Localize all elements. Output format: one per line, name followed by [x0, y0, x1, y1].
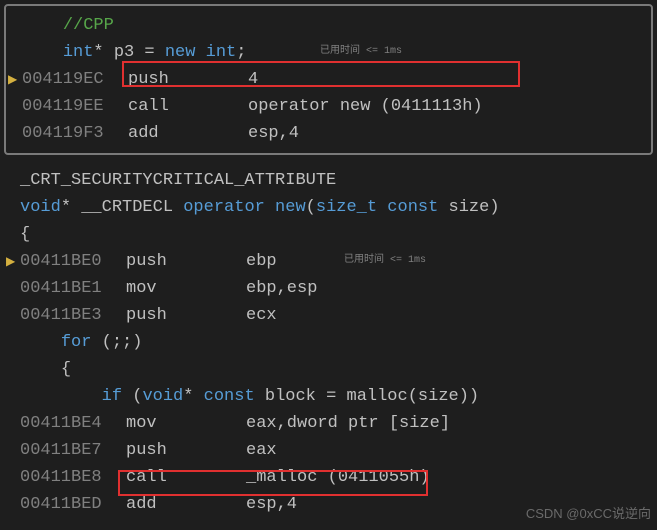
star: * [61, 198, 71, 217]
watermark-text: CSDN @0xCC说逆向 [526, 503, 651, 522]
attr-macro-line: _CRT_SECURITYCRITICAL_ATTRIBUTE [4, 167, 653, 194]
paren: ) [489, 198, 499, 217]
asm-mnemonic: mov [126, 414, 246, 433]
indent [20, 387, 102, 406]
semicolon: ; [236, 43, 246, 62]
indent [22, 43, 63, 62]
for-keyword: for [61, 333, 92, 352]
var-block: block [265, 387, 316, 406]
asm-line: 00411BE8call_malloc (0411055h) [4, 464, 653, 491]
const-kw: const [193, 387, 264, 406]
var-name [104, 43, 114, 62]
new-type: int [195, 43, 236, 62]
source-line-comment: //CPP [6, 12, 651, 39]
asm-operand: operator new (0411113h) [248, 97, 483, 116]
asm-operand: esp,4 [248, 124, 299, 143]
asm-address: 00411BE3 [20, 306, 126, 325]
malloc-call: malloc [347, 387, 408, 406]
asm-mnemonic: add [126, 495, 246, 514]
disassembly-panel-bottom: _CRT_SECURITYCRITICAL_ATTRIBUTE void* __… [4, 159, 653, 526]
asm-operand: eax [246, 441, 277, 460]
indent [22, 16, 63, 35]
param-type: size_t [316, 198, 377, 217]
asm-mnemonic: mov [126, 279, 246, 298]
asm-line: 00411BE4moveax,dword ptr [size] [4, 410, 653, 437]
star: * [183, 387, 193, 406]
asm-address: 004119EC [22, 70, 128, 89]
disassembly-panel-top: //CPP int* p3 = new int; ▶ 004119ECpush4… [4, 4, 653, 155]
asm-mnemonic: push [126, 441, 246, 460]
star: * [93, 43, 103, 62]
asm-operand: ebp,esp [246, 279, 317, 298]
paren: ( [306, 198, 316, 217]
attribute-macro: _CRT_SECURITYCRITICAL_ATTRIBUTE [20, 171, 336, 190]
equals: = [316, 387, 347, 406]
asm-operand: eax,dword ptr [size] [246, 414, 450, 433]
breakpoint-marker-icon: ▶ [8, 72, 17, 87]
call-conv: __CRTDECL [71, 198, 183, 217]
asm-line: 00411BE7pusheax [4, 437, 653, 464]
asm-line: 00411BE1movebp,esp [4, 275, 653, 302]
asm-operand: ecx [246, 306, 277, 325]
asm-operand: ebp [246, 252, 277, 271]
equals: = [134, 43, 165, 62]
arg-size: size [418, 387, 459, 406]
indent [20, 333, 61, 352]
indent [20, 360, 61, 379]
timing-label: 已用时间 <= 1ms [344, 250, 426, 266]
asm-mnemonic: add [128, 124, 248, 143]
paren: )) [459, 387, 479, 406]
param-name: size [449, 198, 490, 217]
brace: { [61, 360, 71, 379]
breakpoint-marker-icon: ▶ [6, 254, 15, 269]
asm-line: 004119EEcalloperator new (0411113h) [6, 93, 651, 120]
asm-address: 00411BE8 [20, 468, 126, 487]
if-keyword: if [102, 387, 122, 406]
asm-address: 004119F3 [22, 124, 128, 143]
timing-label: 已用时间 <= 1ms [320, 41, 402, 57]
asm-address: 004119EE [22, 97, 128, 116]
void-type: void [142, 387, 183, 406]
for-line: for (;;) [4, 329, 653, 356]
brace-line: { [4, 356, 653, 383]
type-keyword: int [63, 43, 94, 62]
ret-type: void [20, 198, 61, 217]
asm-mnemonic: push [128, 70, 248, 89]
if-line: if (void* const block = malloc(size)) [4, 383, 653, 410]
asm-address: 00411BED [20, 495, 126, 514]
asm-line: 004119F3addesp,4 [6, 120, 651, 147]
asm-mnemonic: call [126, 468, 246, 487]
cpp-comment: //CPP [63, 16, 114, 35]
asm-address: 00411BE7 [20, 441, 126, 460]
asm-mnemonic: call [128, 97, 248, 116]
var-name: p3 [114, 43, 134, 62]
asm-line: ▶ 004119ECpush4 [6, 66, 651, 93]
asm-address: 00411BE0 [20, 252, 126, 271]
brace: { [20, 225, 30, 244]
asm-mnemonic: push [126, 252, 246, 271]
asm-address: 00411BE1 [20, 279, 126, 298]
asm-line: 00411BE3pushecx [4, 302, 653, 329]
operator-kw: operator [183, 198, 265, 217]
new-kw: new [265, 198, 306, 217]
asm-line: ▶ 00411BE0pushebp [4, 248, 653, 275]
asm-address: 00411BE4 [20, 414, 126, 433]
asm-operand: _malloc (0411055h) [246, 468, 430, 487]
paren: ( [122, 387, 142, 406]
brace-line: { [4, 221, 653, 248]
paren: ( [408, 387, 418, 406]
new-keyword: new [165, 43, 196, 62]
const-kw: const [377, 198, 448, 217]
for-expr: (;;) [91, 333, 142, 352]
asm-operand: 4 [248, 70, 258, 89]
asm-operand: esp,4 [246, 495, 297, 514]
func-decl-line: void* __CRTDECL operator new(size_t cons… [4, 194, 653, 221]
asm-mnemonic: push [126, 306, 246, 325]
